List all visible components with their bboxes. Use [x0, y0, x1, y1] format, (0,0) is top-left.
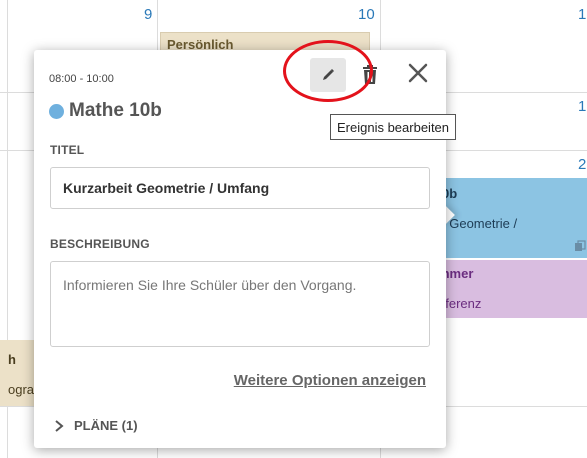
close-button[interactable] [407, 62, 429, 84]
calendar-color-dot [49, 103, 64, 119]
event-left[interactable]: h ogra [0, 340, 34, 406]
event-math[interactable]: 0b : Geometrie / [430, 178, 587, 258]
day-number[interactable]: 9 [144, 6, 152, 23]
title-input[interactable]: Kurzarbeit Geometrie / Umfang [50, 167, 430, 209]
close-icon [408, 63, 428, 83]
tooltip: Ereignis bearbeiten [330, 114, 457, 140]
more-options-link[interactable]: Weitere Optionen anzeigen [234, 372, 426, 389]
event-title-row: Mathe 10b [49, 100, 162, 122]
event-popup: 08:00 - 10:00 Mathe 10b TITEL Kurzarbeit… [34, 50, 446, 448]
plans-toggle[interactable]: PLÄNE (1) [54, 418, 138, 433]
title-label: TITEL [50, 143, 85, 157]
event-description: : Geometrie / [442, 216, 518, 231]
copy-icon [575, 240, 586, 251]
plans-label: PLÄNE (1) [74, 418, 138, 433]
event-title: Mathe 10b [69, 100, 162, 121]
event-conference[interactable]: mmer nferenz [430, 260, 587, 318]
description-label: BESCHREIBUNG [50, 237, 150, 251]
chevron-right-icon [55, 419, 64, 432]
day-number[interactable]: 2 [578, 156, 586, 173]
day-number[interactable]: 10 [358, 6, 375, 23]
event-time: 08:00 - 10:00 [49, 73, 114, 85]
event-description: ogra [8, 382, 34, 397]
day-number[interactable]: 1 [578, 98, 586, 115]
highlight-circle [283, 40, 373, 102]
description-textarea[interactable]: Informieren Sie Ihre Schüler über den Vo… [50, 261, 430, 347]
day-number[interactable]: 1 [578, 6, 586, 23]
event-title: h [8, 352, 16, 367]
